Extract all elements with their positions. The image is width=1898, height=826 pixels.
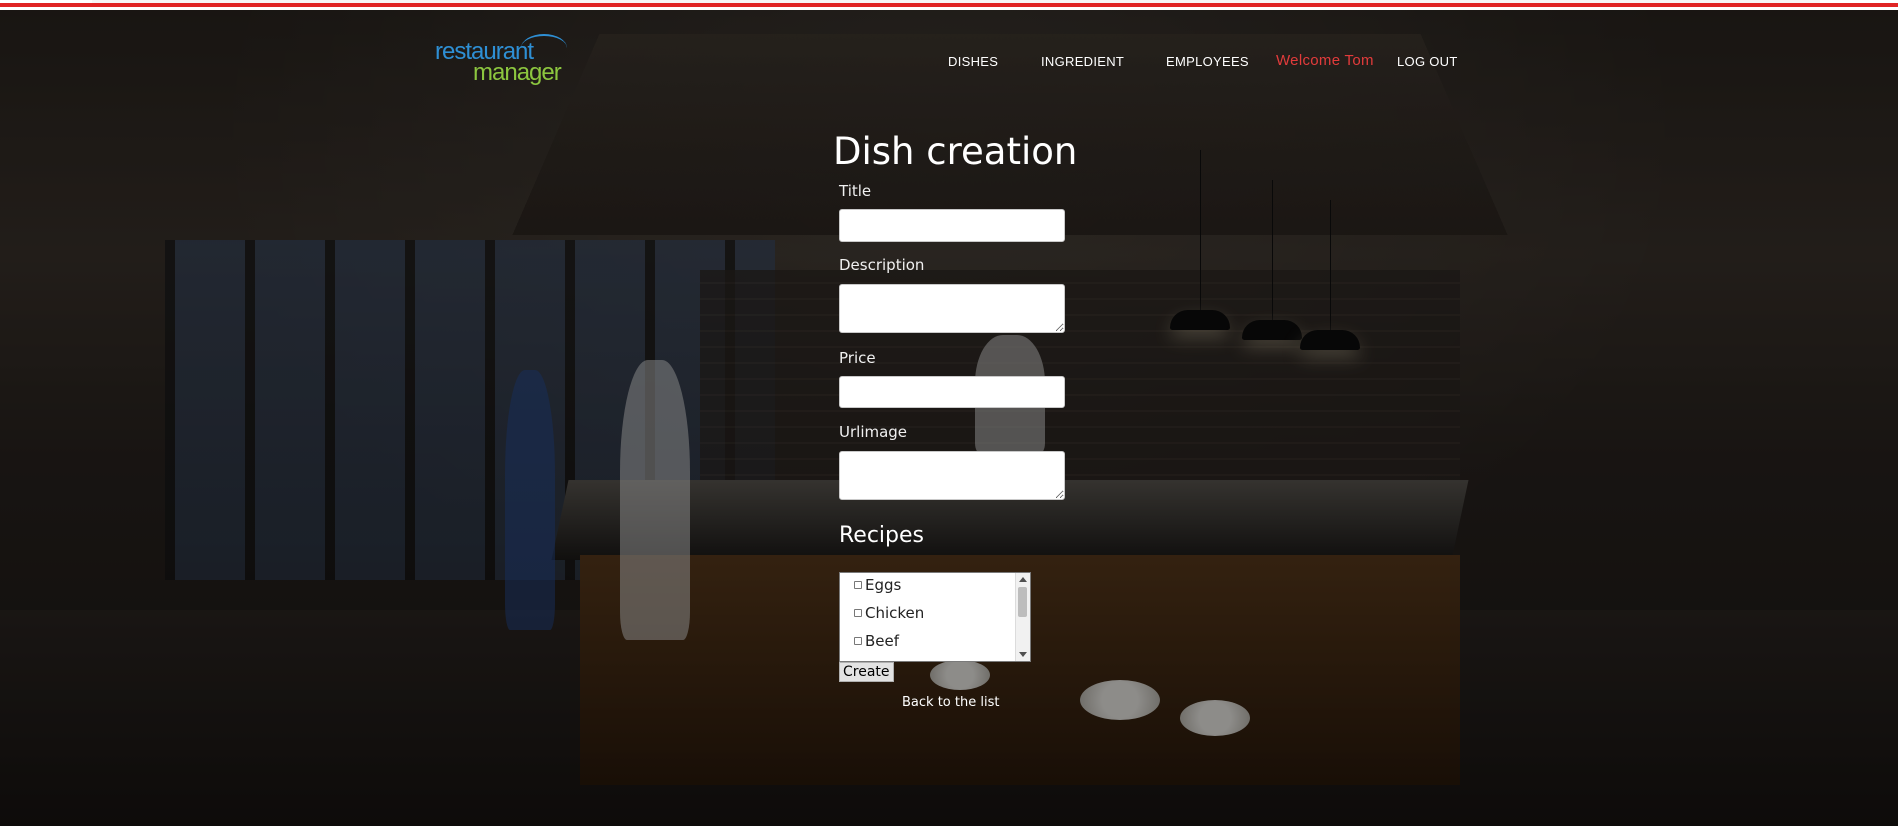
title-input[interactable] — [839, 209, 1065, 242]
nav-employees[interactable]: EMPLOYEES — [1166, 54, 1249, 72]
scroll-down-arrow-icon[interactable] — [1019, 652, 1027, 657]
nav-dishes[interactable]: DISHES — [948, 54, 998, 72]
page-title: Dish creation — [833, 130, 1078, 173]
price-input[interactable] — [839, 376, 1065, 408]
top-bar — [0, 0, 1898, 10]
nav-ingredient[interactable]: INGREDIENT — [1041, 54, 1124, 72]
recipe-option-label: Beef — [865, 632, 900, 650]
top-accent-line — [0, 3, 1898, 7]
recipes-heading: Recipes — [839, 523, 925, 548]
description-textarea[interactable] — [839, 284, 1065, 333]
restaurant-manager-logo[interactable]: restaurant manager — [433, 32, 567, 88]
recipe-option-label: Chicken — [865, 604, 925, 622]
recipe-option-chicken[interactable]: Chicken — [854, 601, 924, 625]
logo-text-line2: manager — [473, 59, 562, 86]
price-label: Price — [839, 349, 876, 367]
urlimage-label: Urlimage — [839, 423, 908, 441]
nav-logout[interactable]: LOG OUT — [1397, 54, 1458, 72]
description-label: Description — [839, 256, 925, 274]
back-to-list-link[interactable]: Back to the list — [902, 695, 999, 710]
recipes-listbox[interactable]: Eggs Chicken Beef — [839, 572, 1031, 662]
scroll-up-arrow-icon[interactable] — [1019, 577, 1027, 582]
recipe-checkbox[interactable] — [854, 609, 862, 617]
listbox-scrollbar[interactable] — [1015, 573, 1030, 661]
urlimage-textarea[interactable] — [839, 451, 1065, 500]
recipe-option-eggs[interactable]: Eggs — [854, 573, 901, 597]
scroll-thumb[interactable] — [1018, 587, 1027, 617]
recipe-checkbox[interactable] — [854, 581, 862, 589]
create-button[interactable]: Create — [839, 662, 894, 682]
recipe-checkbox[interactable] — [854, 637, 862, 645]
welcome-user-text: Welcome Tom — [1276, 52, 1374, 69]
recipe-option-label: Eggs — [865, 576, 902, 594]
title-label: Title — [839, 182, 872, 200]
recipe-option-beef[interactable]: Beef — [854, 629, 899, 653]
